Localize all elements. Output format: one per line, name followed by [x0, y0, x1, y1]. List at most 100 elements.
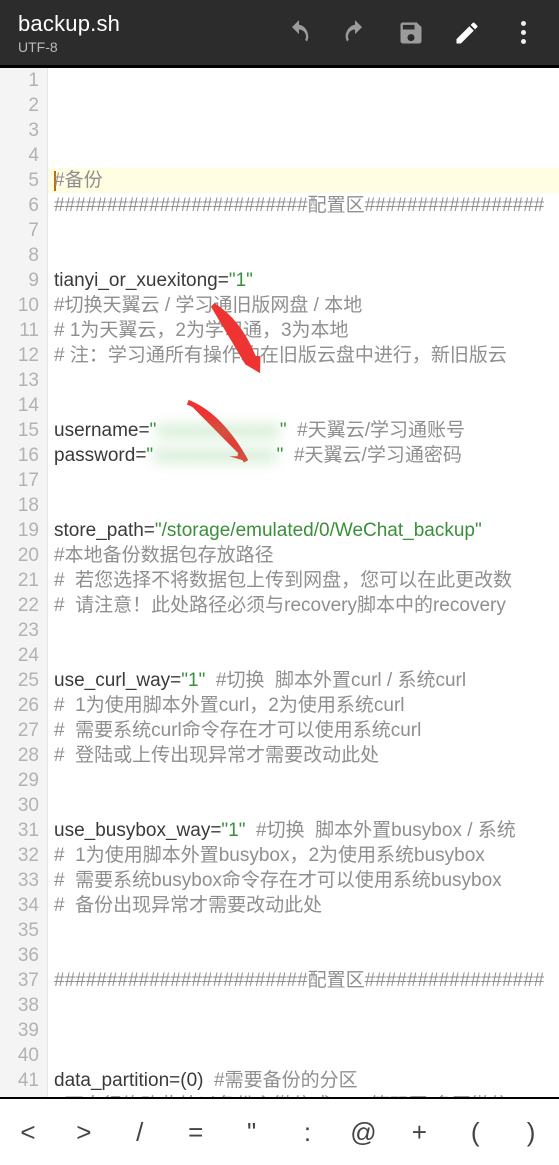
code-line[interactable]: [54, 493, 559, 518]
code-line[interactable]: # 1为使用脚本外置curl，2为使用系统curl: [54, 693, 559, 718]
code-line[interactable]: ########################配置区#############…: [54, 193, 559, 218]
line-number: 37: [0, 968, 39, 993]
code-line[interactable]: [54, 943, 559, 968]
line-number: 5: [0, 168, 39, 193]
line-number: 1: [0, 68, 39, 93]
code-line[interactable]: use_curl_way="1" #切换 脚本外置curl / 系统curl: [54, 668, 559, 693]
line-number: 38: [0, 993, 39, 1018]
code-line[interactable]: [54, 468, 559, 493]
code-line[interactable]: #可自行修改此处以备份主微信或MIUI等双开/多开微信: [54, 1093, 559, 1097]
line-number: 29: [0, 768, 39, 793]
code-line[interactable]: [54, 218, 559, 243]
file-title: backup.sh: [18, 11, 285, 37]
symbol-key[interactable]: (: [447, 1117, 503, 1148]
undo-icon[interactable]: [285, 19, 313, 47]
line-number: 13: [0, 368, 39, 393]
code-line[interactable]: [54, 993, 559, 1018]
line-number: 20: [0, 543, 39, 568]
line-number: 35: [0, 918, 39, 943]
code-line[interactable]: use_busybox_way="1" #切换 脚本外置busybox / 系统: [54, 818, 559, 843]
line-number: 32: [0, 843, 39, 868]
line-number: 27: [0, 718, 39, 743]
code-line[interactable]: #备份: [48, 168, 559, 193]
code-line[interactable]: #本地备份数据包存放路径: [54, 543, 559, 568]
code-line[interactable]: [54, 1043, 559, 1068]
symbol-key[interactable]: <: [0, 1117, 56, 1148]
line-number: 40: [0, 1043, 39, 1068]
line-number: 41: [0, 1068, 39, 1093]
line-number: 39: [0, 1018, 39, 1043]
symbol-key[interactable]: +: [391, 1117, 447, 1148]
code-line[interactable]: # 需要系统curl命令存在才可以使用系统curl: [54, 718, 559, 743]
edit-icon[interactable]: [453, 19, 481, 47]
line-number: 2: [0, 93, 39, 118]
encoding-label: UTF-8: [18, 39, 285, 55]
title-block: backup.sh UTF-8: [18, 11, 285, 55]
line-number: 34: [0, 893, 39, 918]
line-number: 31: [0, 818, 39, 843]
code-line[interactable]: [54, 368, 559, 393]
code-line[interactable]: [54, 768, 559, 793]
code-line[interactable]: [54, 243, 559, 268]
code-line[interactable]: # 若您选择不将数据包上传到网盘，您可以在此更改数: [54, 568, 559, 593]
symbol-bar: <>/=":@+(): [0, 1097, 559, 1165]
code-line[interactable]: # 备份出现异常才需要改动此处: [54, 893, 559, 918]
toolbar: [285, 19, 537, 47]
code-line[interactable]: [54, 393, 559, 418]
line-number: 22: [0, 593, 39, 618]
line-number: 26: [0, 693, 39, 718]
symbol-key[interactable]: ): [503, 1117, 559, 1148]
code-line[interactable]: data_partition=(0) #需要备份的分区: [54, 1068, 559, 1093]
line-number: 23: [0, 618, 39, 643]
line-number: 10: [0, 293, 39, 318]
code-line[interactable]: ########################配置区#############…: [54, 968, 559, 993]
overflow-menu-icon[interactable]: [509, 19, 537, 47]
code-content[interactable]: #备份########################配置区##########…: [48, 68, 559, 1097]
line-number: 19: [0, 518, 39, 543]
code-line[interactable]: username="xxxxxxxxxxxxx" #天翼云/学习通账号: [54, 418, 559, 443]
code-line[interactable]: password="xxxxxxxxxxxxx" #天翼云/学习通密码: [54, 443, 559, 468]
symbol-key[interactable]: :: [280, 1117, 336, 1148]
code-line[interactable]: # 需要系统busybox命令存在才可以使用系统busybox: [54, 868, 559, 893]
code-line[interactable]: store_path="/storage/emulated/0/WeChat_b…: [54, 518, 559, 543]
symbol-key[interactable]: =: [168, 1117, 224, 1148]
line-number: 24: [0, 643, 39, 668]
symbol-key[interactable]: @: [335, 1117, 391, 1148]
line-number: 18: [0, 493, 39, 518]
editor-area[interactable]: 1234567891011121314151617181920212223242…: [0, 68, 559, 1097]
code-line[interactable]: [54, 618, 559, 643]
symbol-key[interactable]: /: [112, 1117, 168, 1148]
code-line[interactable]: # 请注意！此处路径必须与recovery脚本中的recovery: [54, 593, 559, 618]
line-number: 15: [0, 418, 39, 443]
line-number: 33: [0, 868, 39, 893]
code-line[interactable]: # 1为天翼云，2为学习通，3为本地: [54, 318, 559, 343]
line-number: 12: [0, 343, 39, 368]
line-number: 21: [0, 568, 39, 593]
redo-icon[interactable]: [341, 19, 369, 47]
code-line[interactable]: # 登陆或上传出现异常才需要改动此处: [54, 743, 559, 768]
line-number: 6: [0, 193, 39, 218]
line-number: 17: [0, 468, 39, 493]
code-line[interactable]: tianyi_or_xuexitong="1": [54, 268, 559, 293]
code-line[interactable]: [54, 1018, 559, 1043]
line-number: 9: [0, 268, 39, 293]
line-number: 8: [0, 243, 39, 268]
code-line[interactable]: # 注：学习通所有操作均在旧版云盘中进行，新旧版云: [54, 343, 559, 368]
code-line[interactable]: [54, 793, 559, 818]
line-number: 7: [0, 218, 39, 243]
code-line[interactable]: # 1为使用脚本外置busybox，2为使用系统busybox: [54, 843, 559, 868]
line-number: 4: [0, 143, 39, 168]
code-line[interactable]: [54, 918, 559, 943]
code-line[interactable]: [54, 643, 559, 668]
line-number: 25: [0, 668, 39, 693]
symbol-key[interactable]: ": [224, 1117, 280, 1148]
line-number: 11: [0, 318, 39, 343]
line-number: 30: [0, 793, 39, 818]
line-number: 28: [0, 743, 39, 768]
app-header: backup.sh UTF-8: [0, 0, 559, 68]
symbol-key[interactable]: >: [56, 1117, 112, 1148]
save-icon[interactable]: [397, 19, 425, 47]
code-line[interactable]: #切换天翼云 / 学习通旧版网盘 / 本地: [54, 293, 559, 318]
line-number: 36: [0, 943, 39, 968]
line-gutter: 1234567891011121314151617181920212223242…: [0, 68, 48, 1097]
